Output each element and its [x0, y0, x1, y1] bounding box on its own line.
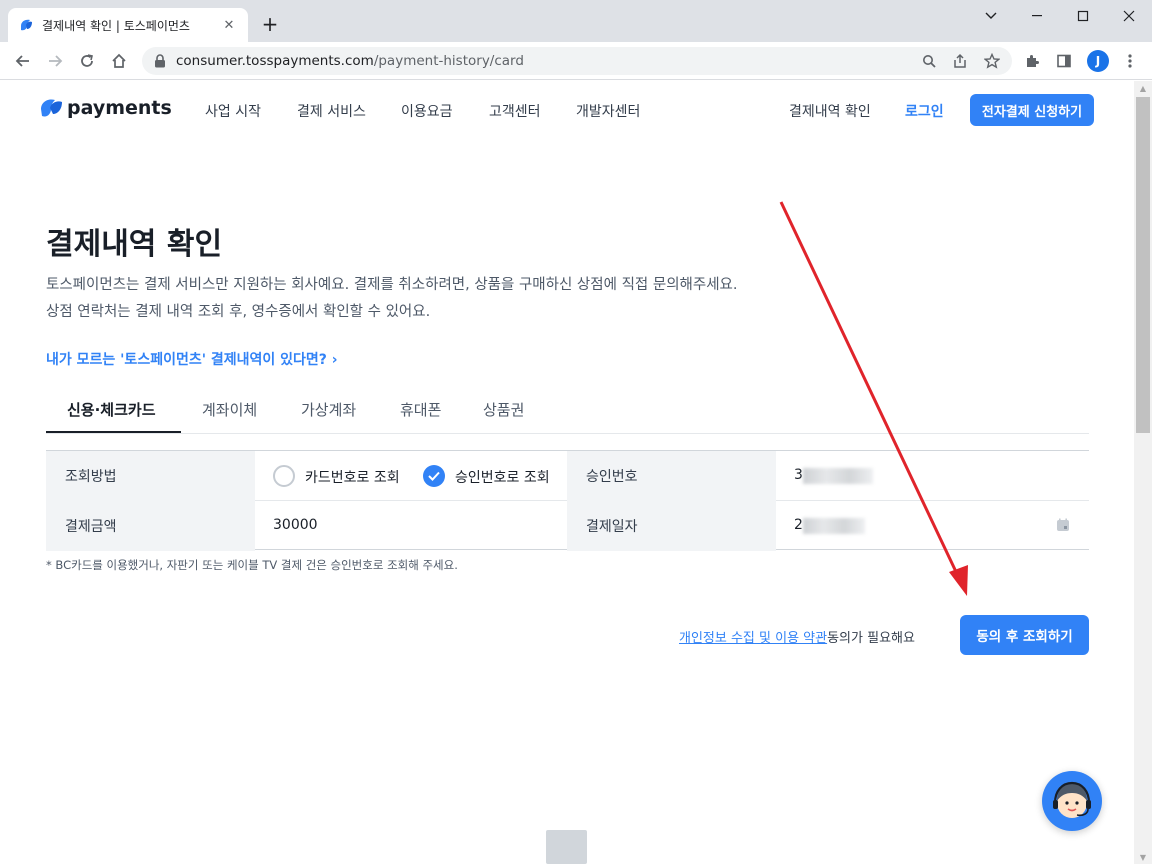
form-row-amount: 결제금액 30000 결제일자 2	[46, 501, 1089, 551]
back-icon[interactable]	[11, 49, 35, 73]
scroll-up-icon[interactable]: ▲	[1134, 81, 1152, 95]
nav-pricing[interactable]: 이용요금	[401, 101, 453, 121]
agreement-text: 개인정보 수집 및 이용 약관동의가 필요해요	[679, 627, 915, 646]
active-tab-indicator	[46, 431, 181, 433]
amount-input[interactable]: 30000	[255, 501, 567, 551]
radio-card-number[interactable]	[273, 465, 295, 487]
scroll-down-icon[interactable]: ▼	[1134, 850, 1152, 864]
page-title: 결제내역 확인	[46, 227, 223, 262]
nav-payment-service[interactable]: 결제 서비스	[297, 101, 366, 121]
search-form: 조회방법 카드번호로 조회 승인번호로 조회 승인번호 3 결제금액 30000…	[46, 450, 1089, 551]
reload-icon[interactable]	[75, 49, 99, 73]
toss-logo-icon	[41, 99, 62, 117]
maximize-icon[interactable]	[1060, 0, 1106, 32]
toss-favicon-icon	[21, 19, 32, 31]
zoom-search-icon[interactable]	[919, 51, 939, 71]
side-panel-icon[interactable]	[1054, 51, 1074, 71]
bottom-placeholder-block	[546, 830, 587, 864]
chevron-right-icon: ›	[331, 352, 338, 368]
bookmark-star-icon[interactable]	[982, 51, 1002, 71]
agreement-suffix: 동의가 필요해요	[827, 631, 915, 646]
form-row-method: 조회방법 카드번호로 조회 승인번호로 조회 승인번호 3	[46, 451, 1089, 501]
tab-title: 결제내역 확인 | 토스페이먼츠	[42, 18, 190, 33]
bc-card-note: * BC카드를 이용했거나, 자판기 또는 케이블 TV 결제 건은 승인번호로…	[46, 558, 458, 572]
tab-mobile[interactable]: 휴대폰	[400, 399, 441, 420]
browser-tab[interactable]: 결제내역 확인 | 토스페이먼츠 ✕	[8, 8, 248, 42]
option-card-number-label[interactable]: 카드번호로 조회	[305, 467, 400, 487]
forward-icon[interactable]	[43, 49, 67, 73]
nav-developer-center[interactable]: 개발자센터	[576, 101, 640, 121]
redacted-blur	[803, 518, 865, 534]
tab-card[interactable]: 신용·체크카드	[67, 399, 156, 420]
toss-payments-logo[interactable]: payments	[40, 97, 172, 119]
help-link-label: 내가 모르는 '토스페이먼츠' 결제내역이 있다면?	[46, 352, 327, 368]
nav-business-start[interactable]: 사업 시작	[205, 101, 261, 121]
amount-label: 결제금액	[46, 501, 255, 551]
logo-text: payments	[67, 97, 172, 119]
share-icon[interactable]	[950, 51, 970, 71]
apply-payment-button[interactable]: 전자결제 신청하기	[970, 94, 1094, 126]
description-line-1: 토스페이먼츠는 결제 서비스만 지원하는 회사예요. 결제를 취소하려면, 상품…	[46, 277, 738, 293]
approval-number-value: 3	[794, 467, 803, 483]
tab-close-icon[interactable]: ✕	[220, 16, 238, 34]
calendar-icon[interactable]	[1056, 518, 1070, 532]
extensions-puzzle-icon[interactable]	[1022, 51, 1042, 71]
url-text: consumer.tosspayments.com/payment-histor…	[176, 53, 524, 69]
radio-approval-number[interactable]	[423, 465, 445, 487]
nav-customer-center[interactable]: 고객센터	[489, 101, 541, 121]
support-agent-icon	[1053, 781, 1091, 818]
nav-payment-history[interactable]: 결제내역 확인	[789, 101, 871, 121]
lock-icon	[155, 54, 165, 68]
more-menu-icon[interactable]	[1120, 51, 1140, 71]
browser-toolbar: consumer.tosspayments.com/payment-histor…	[0, 42, 1152, 80]
login-link[interactable]: 로그인	[905, 101, 944, 121]
unknown-payment-help-link[interactable]: 내가 모르는 '토스페이먼츠' 결제내역이 있다면? ›	[46, 349, 338, 369]
page-viewport: payments 사업 시작 결제 서비스 이용요금 고객센터 개발자센터 결제…	[0, 81, 1134, 864]
browser-tab-strip: 결제내역 확인 | 토스페이먼츠 ✕ +	[0, 0, 1152, 42]
approval-number-label: 승인번호	[567, 451, 776, 501]
option-approval-number-label[interactable]: 승인번호로 조회	[455, 467, 550, 487]
amount-value: 30000	[273, 517, 318, 533]
address-bar[interactable]: consumer.tosspayments.com/payment-histor…	[142, 47, 1012, 75]
approval-number-input[interactable]: 3	[776, 451, 1089, 501]
global-nav: payments 사업 시작 결제 서비스 이용요금 고객센터 개발자센터 결제…	[0, 81, 1134, 139]
chat-support-button[interactable]	[1042, 771, 1102, 831]
check-icon	[428, 471, 440, 481]
profile-avatar[interactable]: J	[1087, 50, 1109, 72]
page-scrollbar[interactable]: ▲ ▼	[1134, 81, 1152, 864]
method-label: 조회방법	[46, 451, 255, 501]
payment-type-tabs: 신용·체크카드 계좌이체 가상계좌 휴대폰 상품권	[46, 391, 1089, 434]
scrollbar-thumb[interactable]	[1136, 97, 1150, 433]
privacy-terms-link[interactable]: 개인정보 수집 및 이용 약관	[679, 631, 827, 646]
new-tab-icon[interactable]: +	[258, 12, 282, 36]
redacted-blur	[803, 468, 873, 484]
close-window-icon[interactable]	[1106, 0, 1152, 32]
date-label: 결제일자	[567, 501, 776, 551]
agree-and-search-button[interactable]: 동의 후 조회하기	[960, 615, 1089, 655]
description-line-2: 상점 연락처는 결제 내역 조회 후, 영수증에서 확인할 수 있어요.	[46, 304, 431, 320]
tab-gift-card[interactable]: 상품권	[483, 399, 524, 420]
tab-search-icon[interactable]	[968, 0, 1014, 32]
minimize-icon[interactable]	[1014, 0, 1060, 32]
tab-bank-transfer[interactable]: 계좌이체	[202, 399, 257, 420]
home-icon[interactable]	[107, 49, 131, 73]
tab-virtual-account[interactable]: 가상계좌	[301, 399, 356, 420]
date-value: 2	[794, 517, 803, 533]
date-input[interactable]: 2	[776, 501, 1089, 551]
